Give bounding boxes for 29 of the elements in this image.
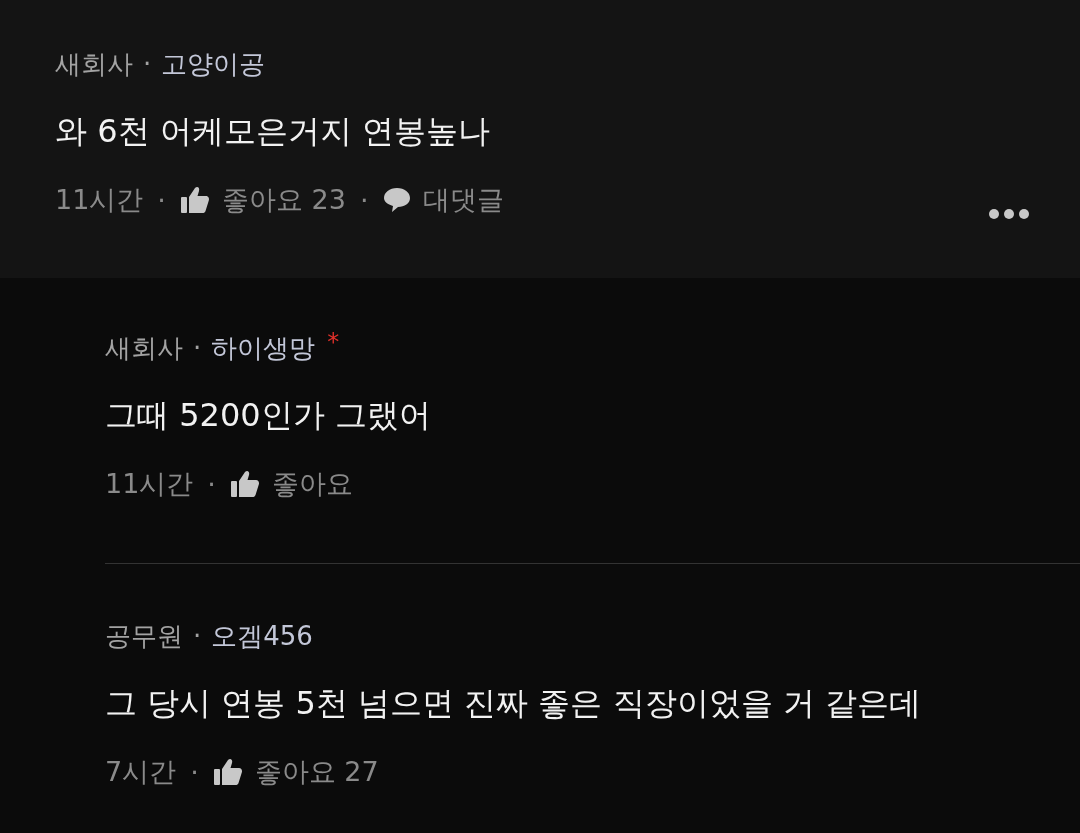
separator-dot: · <box>143 49 152 79</box>
nickname-link[interactable]: 하이생망 <box>211 330 316 366</box>
separator-dot: · <box>157 184 166 216</box>
thumbs-up-icon <box>212 758 243 786</box>
thumbs-up-icon <box>229 470 260 498</box>
comment-text: 와 6천 어케모은거지 연봉높나 <box>55 111 491 152</box>
more-icon[interactable] <box>988 208 1030 220</box>
reply-text: 그 당시 연봉 5천 넘으면 진짜 좋은 직장이었을 거 같은데 <box>105 683 922 724</box>
separator-dot: · <box>193 333 202 363</box>
company-name: 새회사 <box>105 331 183 365</box>
company-name: 새회사 <box>55 47 133 81</box>
like-button[interactable]: 좋아요 23 <box>221 182 346 218</box>
time-ago: 7시간 <box>105 755 177 789</box>
speech-bubble-icon <box>382 187 411 213</box>
reply-button[interactable]: 대댓글 <box>422 182 504 218</box>
separator-dot: · <box>190 756 199 788</box>
nickname-link[interactable]: 오겜456 <box>211 618 313 654</box>
separator-dot: · <box>359 184 369 216</box>
time-ago: 11시간 <box>105 467 194 501</box>
thumbs-up-icon <box>179 186 210 214</box>
company-name: 공무원 <box>105 619 183 653</box>
separator-dot: · <box>193 621 202 651</box>
separator-dot: · <box>207 468 216 500</box>
like-button[interactable]: 좋아요 27 <box>254 754 379 790</box>
reply-text: 그때 5200인가 그랬어 <box>105 395 432 436</box>
nickname-link[interactable]: 고양이공 <box>161 46 266 82</box>
author-mark: * <box>327 328 340 356</box>
time-ago: 11시간 <box>55 183 144 217</box>
like-button[interactable]: 좋아요 <box>271 466 353 502</box>
